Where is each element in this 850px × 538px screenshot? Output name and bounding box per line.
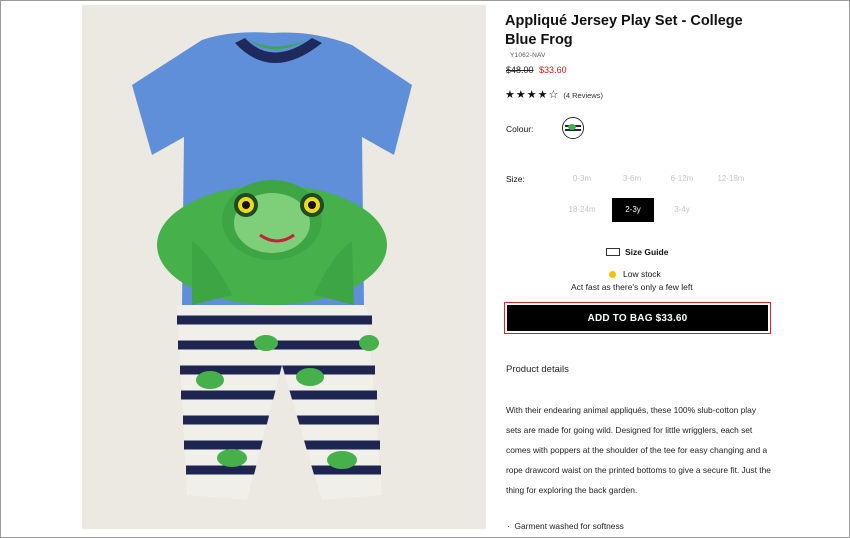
size-option[interactable]: 3-4y <box>664 199 700 221</box>
product-photo <box>82 5 486 529</box>
product-description: With their endearing animal appliqués, t… <box>506 405 771 495</box>
star-filled-icon: ★ <box>537 89 548 101</box>
product-image[interactable] <box>82 5 486 529</box>
star-filled-icon: ★ <box>526 89 537 101</box>
rating[interactable]: ★ ★ ★ ★ ☆ (4 Reviews) <box>505 90 603 101</box>
product-sku: Y1062-NAV <box>510 52 546 59</box>
sale-price: $33.60 <box>539 65 567 75</box>
size-option[interactable]: 12-18m <box>713 168 749 190</box>
add-to-bag-button[interactable]: ADD TO BAG $33.60 <box>507 305 768 331</box>
reviews-link[interactable]: (4 Reviews) <box>563 91 603 100</box>
product-title: Appliqué Jersey Play Set - College Blue … <box>505 13 743 48</box>
star-filled-icon: ★ <box>505 89 515 101</box>
ruler-icon <box>606 248 620 256</box>
size-guide-link[interactable]: Size Guide <box>606 247 668 257</box>
stock-status-text: Low stock <box>623 269 661 279</box>
product-details-heading[interactable]: Product details <box>506 364 569 375</box>
size-guide-label: Size Guide <box>625 247 669 257</box>
stock-status: Low stock <box>609 269 661 279</box>
size-option[interactable]: 6-12m <box>664 168 700 190</box>
stock-note: Act fast as there's only a few left <box>571 282 693 292</box>
price-row: $48.00 $33.60 <box>506 65 567 75</box>
size-option-selected[interactable]: 2-3y <box>612 198 654 222</box>
size-option[interactable]: 0-3m <box>564 168 600 190</box>
colour-label: Colour: <box>506 124 534 134</box>
size-option[interactable]: 18-24m <box>564 199 600 221</box>
frog-swatch-icon <box>563 118 583 138</box>
colour-swatch[interactable] <box>562 117 584 139</box>
size-label: Size: <box>506 174 525 184</box>
size-option[interactable]: 3-6m <box>614 168 650 190</box>
star-filled-icon: ★ <box>515 89 526 101</box>
stock-indicator-icon <box>609 270 616 278</box>
star-empty-icon: ☆ <box>548 89 559 101</box>
original-price: $48.00 <box>506 65 534 75</box>
detail-bullet-text: Garment washed for softness <box>514 521 624 531</box>
detail-bullet: · Garment washed for softness <box>507 521 624 531</box>
